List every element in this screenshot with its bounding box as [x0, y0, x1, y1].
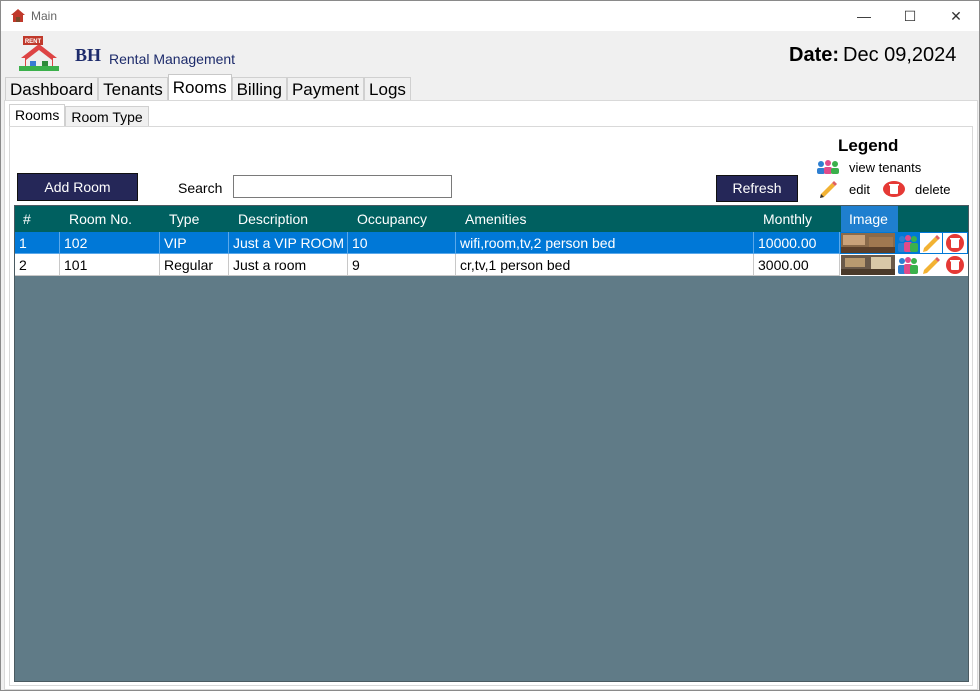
brand-short: BH	[75, 45, 102, 65]
tab-billing[interactable]: Billing	[231, 77, 287, 101]
column-number[interactable]: #	[23, 206, 63, 232]
column-image[interactable]: Image	[841, 206, 898, 232]
delete-icon	[883, 181, 905, 197]
house-icon	[11, 9, 25, 22]
cell-number: 2	[15, 254, 60, 276]
cell-type: VIP	[160, 232, 229, 254]
close-icon: ✕	[950, 7, 962, 24]
cell-room-no: 102	[60, 232, 160, 254]
svg-text:RENT: RENT	[25, 39, 42, 45]
cell-amenities: cr,tv,1 person bed	[456, 254, 754, 276]
column-room-no[interactable]: Room No.	[69, 206, 161, 232]
table-header: # Room No. Type Description Occupancy Am…	[15, 206, 968, 232]
minimize-button[interactable]: —	[841, 1, 887, 31]
edit-icon[interactable]	[920, 255, 942, 275]
edit-icon	[820, 181, 837, 198]
table-row[interactable]: 2 101 Regular Just a room 9 cr,tv,1 pers…	[15, 254, 968, 276]
cell-monthly: 10000.00	[754, 232, 840, 254]
cell-amenities: wifi,room,tv,2 person bed	[456, 232, 754, 254]
column-type[interactable]: Type	[169, 206, 229, 232]
rooms-subpanel: Add Room Search Refresh Legend view tena…	[9, 126, 973, 686]
search-label: Search	[178, 180, 223, 196]
column-description[interactable]: Description	[238, 206, 348, 232]
sub-tabs: Rooms Room Type	[9, 104, 149, 126]
view-tenants-icon[interactable]	[897, 233, 919, 253]
maximize-icon: ☐	[903, 7, 917, 24]
minimize-icon: —	[857, 8, 871, 24]
cell-room-no: 101	[60, 254, 160, 276]
cell-occupancy: 9	[348, 254, 456, 276]
cell-monthly: 3000.00	[754, 254, 840, 276]
refresh-button[interactable]: Refresh	[716, 175, 798, 202]
rooms-table: # Room No. Type Description Occupancy Am…	[14, 205, 969, 682]
subtab-rooms[interactable]: Rooms	[9, 104, 66, 126]
tab-rooms[interactable]: Rooms	[167, 74, 232, 100]
brand-name: Rental Management	[109, 51, 236, 67]
maximize-button[interactable]: ☐	[887, 1, 933, 31]
delete-icon[interactable]	[943, 233, 967, 253]
cell-number: 1	[15, 232, 60, 254]
date-value: Dec 09,2024	[843, 44, 957, 66]
tab-dashboard[interactable]: Dashboard	[5, 77, 99, 101]
add-room-button[interactable]: Add Room	[17, 173, 138, 201]
column-amenities[interactable]: Amenities	[465, 206, 745, 232]
tab-payment[interactable]: Payment	[286, 77, 365, 101]
rent-house-logo: RENT	[19, 36, 59, 71]
legend-edit: edit	[849, 182, 870, 197]
title-bar: Main — ☐ ✕	[1, 1, 979, 31]
cell-type: Regular	[160, 254, 229, 276]
room-image-thumbnail[interactable]	[841, 233, 895, 253]
legend-title: Legend	[838, 136, 899, 155]
search-input[interactable]	[233, 175, 452, 198]
edit-icon[interactable]	[920, 233, 942, 253]
app-header: RENT BH Rental Management Date: Dec 09,2…	[1, 31, 979, 75]
close-button[interactable]: ✕	[933, 1, 979, 31]
cell-description: Just a VIP ROOM	[229, 232, 348, 254]
column-monthly[interactable]: Monthly	[763, 206, 843, 232]
subtab-room-type[interactable]: Room Type	[65, 106, 149, 126]
view-tenants-icon	[817, 160, 839, 174]
legend-view-tenants: view tenants	[849, 160, 922, 175]
cell-description: Just a room	[229, 254, 348, 276]
delete-icon[interactable]	[943, 255, 967, 275]
main-tabs: Dashboard Tenants Rooms Billing Payment …	[5, 74, 411, 101]
main-window: Main — ☐ ✕ RENT BH Rental Management Dat…	[0, 0, 980, 691]
tab-logs[interactable]: Logs	[364, 77, 411, 101]
window-title: Main	[31, 9, 58, 23]
column-occupancy[interactable]: Occupancy	[357, 206, 457, 232]
tab-tenants[interactable]: Tenants	[98, 77, 168, 101]
legend-delete: delete	[915, 182, 951, 197]
date-label: Date:	[789, 44, 840, 66]
table-row[interactable]: 1 102 VIP Just a VIP ROOM 10 wifi,room,t…	[15, 232, 968, 254]
view-tenants-icon[interactable]	[897, 255, 919, 275]
cell-occupancy: 10	[348, 232, 456, 254]
rooms-panel: Rooms Room Type Add Room Search Refresh …	[4, 100, 978, 690]
room-image-thumbnail[interactable]	[841, 255, 895, 275]
